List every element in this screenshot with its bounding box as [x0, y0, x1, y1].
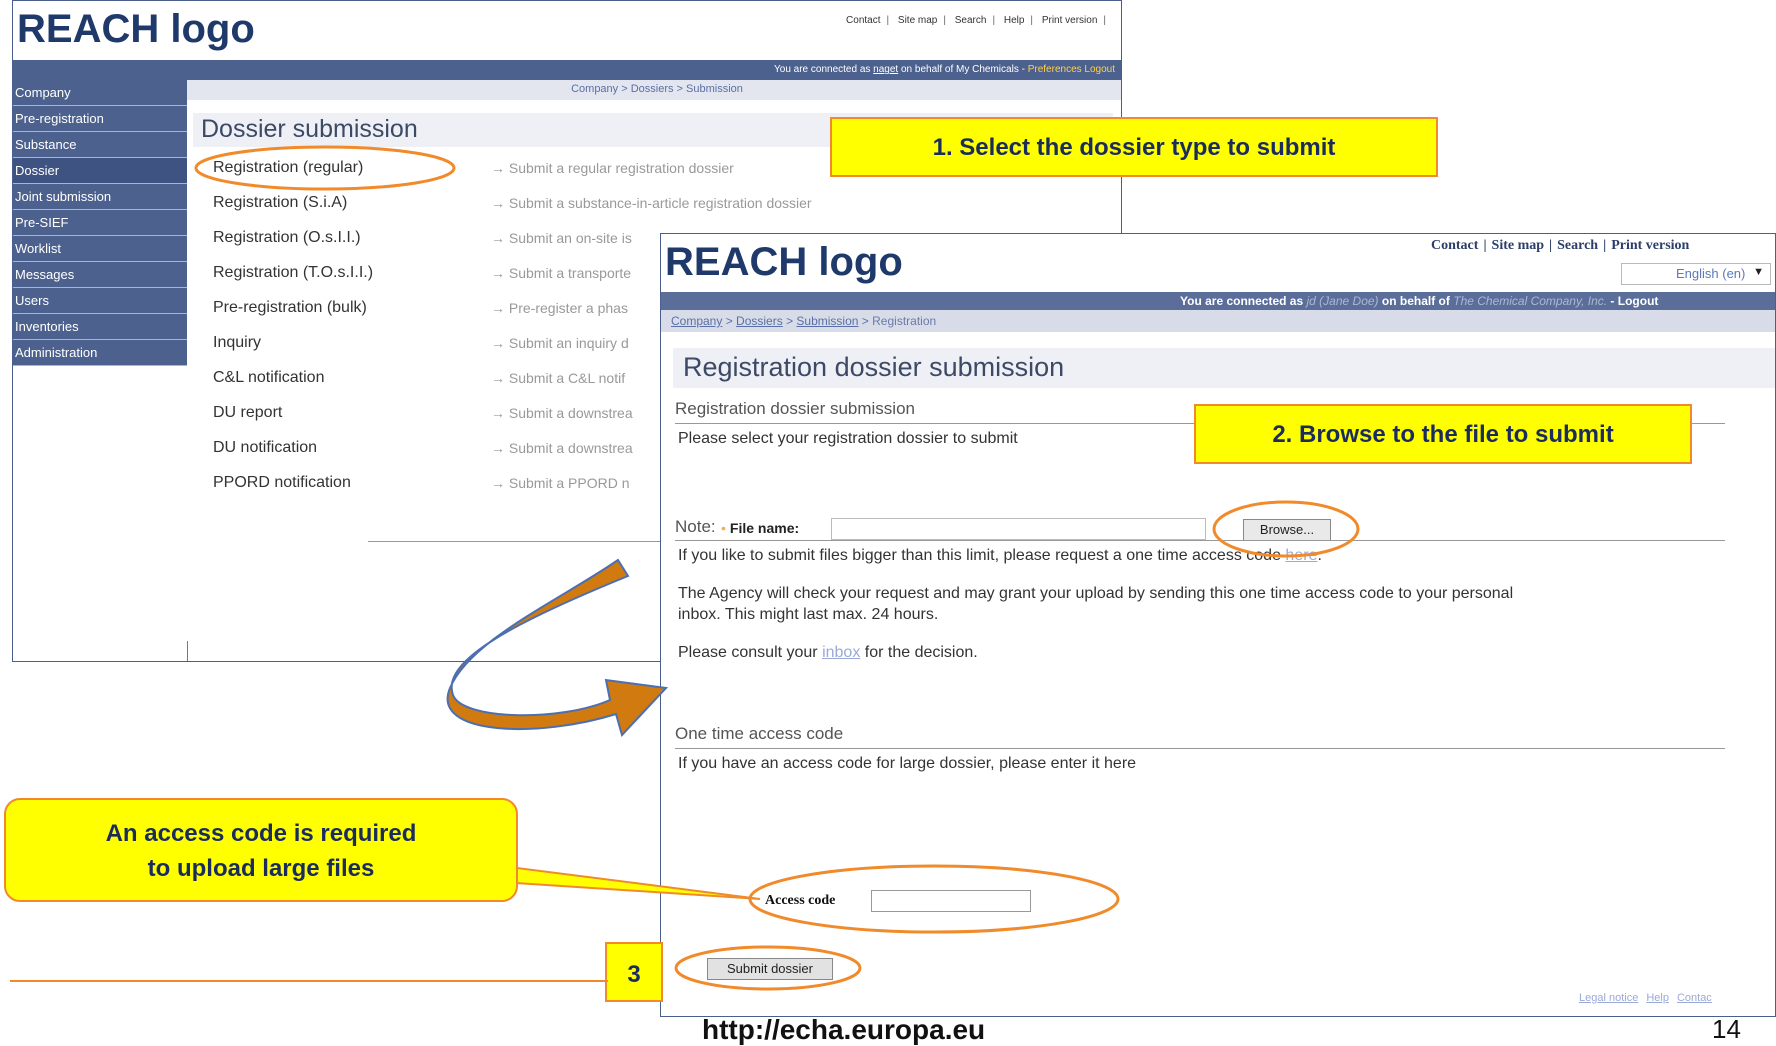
page-number: 14 — [1712, 1014, 1741, 1044]
footer-url: http://echa.europa.eu — [702, 1014, 986, 1045]
callout-step-2: 2. Browse to the file to submit — [1194, 404, 1692, 464]
highlight-ellipse — [748, 864, 1120, 934]
highlight-ellipse — [194, 145, 456, 191]
footer-divider — [10, 980, 608, 982]
highlight-ellipse — [674, 945, 862, 991]
callout-access-code: An access code is required to upload lar… — [4, 798, 518, 902]
curved-arrow-icon — [446, 558, 669, 737]
callout-step-3: 3 — [605, 942, 663, 1002]
callout-step-1: 1. Select the dossier type to submit — [830, 117, 1438, 177]
highlight-ellipse — [1212, 500, 1360, 558]
